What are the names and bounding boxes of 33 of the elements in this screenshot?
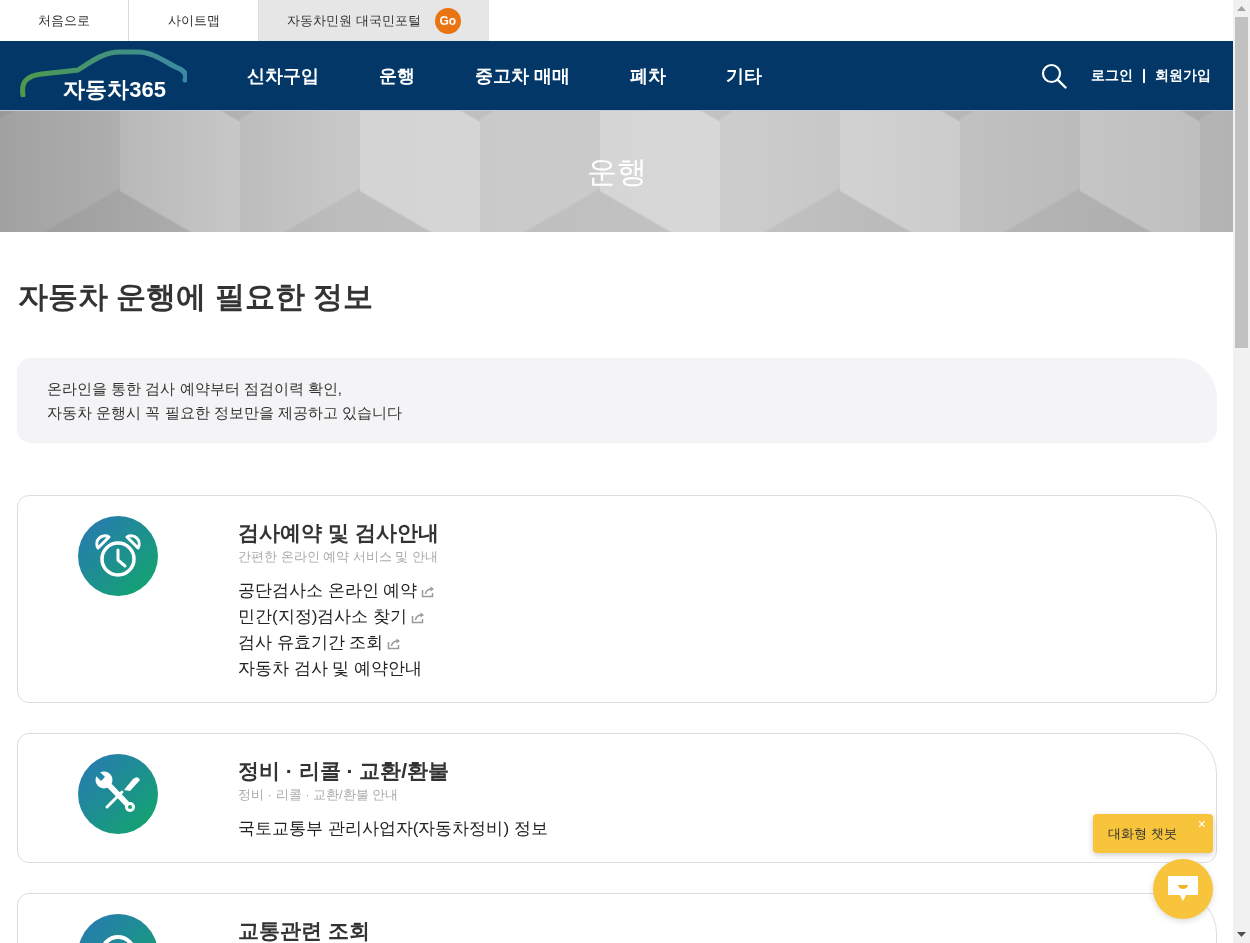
service-link[interactable]: 자동차 검사 및 예약안내 [238, 656, 423, 682]
nav-menu-item[interactable]: 운행 [379, 62, 415, 89]
external-link-icon [411, 610, 426, 624]
card-subtitle: 정비 · 리콜 · 교환/환불 안내 [238, 786, 399, 804]
intro-text: 온라인을 통한 검사 예약부터 점검이력 확인, 자동차 운행시 꼭 필요한 정보만을 제공하고 있습니다 [47, 379, 402, 423]
alarm-clock-icon [78, 516, 158, 596]
scroll-down-arrow-icon[interactable] [1237, 932, 1246, 937]
card-title: 정비 · 리콜 · 교환/환불 [238, 758, 450, 784]
service-link[interactable]: 검사 유효기간 조회 [238, 630, 402, 656]
portal-link[interactable]: 자동차민원 대국민포털 Go [259, 0, 489, 41]
account-link[interactable]: 로그인 [1091, 66, 1133, 85]
service-link[interactable]: 민간(지정)검사소 찾기 [238, 604, 426, 630]
account-link[interactable]: 회원가입 [1155, 66, 1211, 85]
service-link[interactable]: 공단검사소 온라인 예약 [238, 578, 436, 604]
site-logo[interactable]: 자동차365 [20, 48, 187, 103]
card-title: 검사예약 및 검사안내 [238, 520, 439, 546]
service-link[interactable]: 국토교통부 관리사업자(자동차정비) 정보 [238, 816, 548, 842]
scroll-up-arrow-icon[interactable] [1237, 6, 1246, 11]
wrench-screwdriver-icon [78, 754, 158, 834]
card-title: 교통관련 조회 [238, 918, 370, 943]
link-badge: Go [434, 7, 461, 34]
nav-menu-item[interactable]: 폐차 [630, 62, 666, 89]
search-icon[interactable] [1041, 62, 1067, 89]
nav-menu-item[interactable]: 기타 [726, 62, 762, 89]
chat-bubble-icon [1168, 876, 1198, 902]
page-heading: 자동차 운행에 필요한 정보 [18, 279, 373, 315]
external-link-icon [421, 584, 436, 598]
card-subtitle: 간편한 온라인 예약 서비스 및 안내 [238, 548, 439, 566]
nav-menu-item[interactable]: 신차구입 [247, 62, 319, 89]
scrollbar-thumb[interactable] [1235, 17, 1248, 348]
external-link-icon [387, 636, 402, 650]
nav-menu-item[interactable]: 중고차 매매 [475, 62, 570, 89]
tooltip-text: 대화형 챗봇 [1108, 824, 1177, 843]
